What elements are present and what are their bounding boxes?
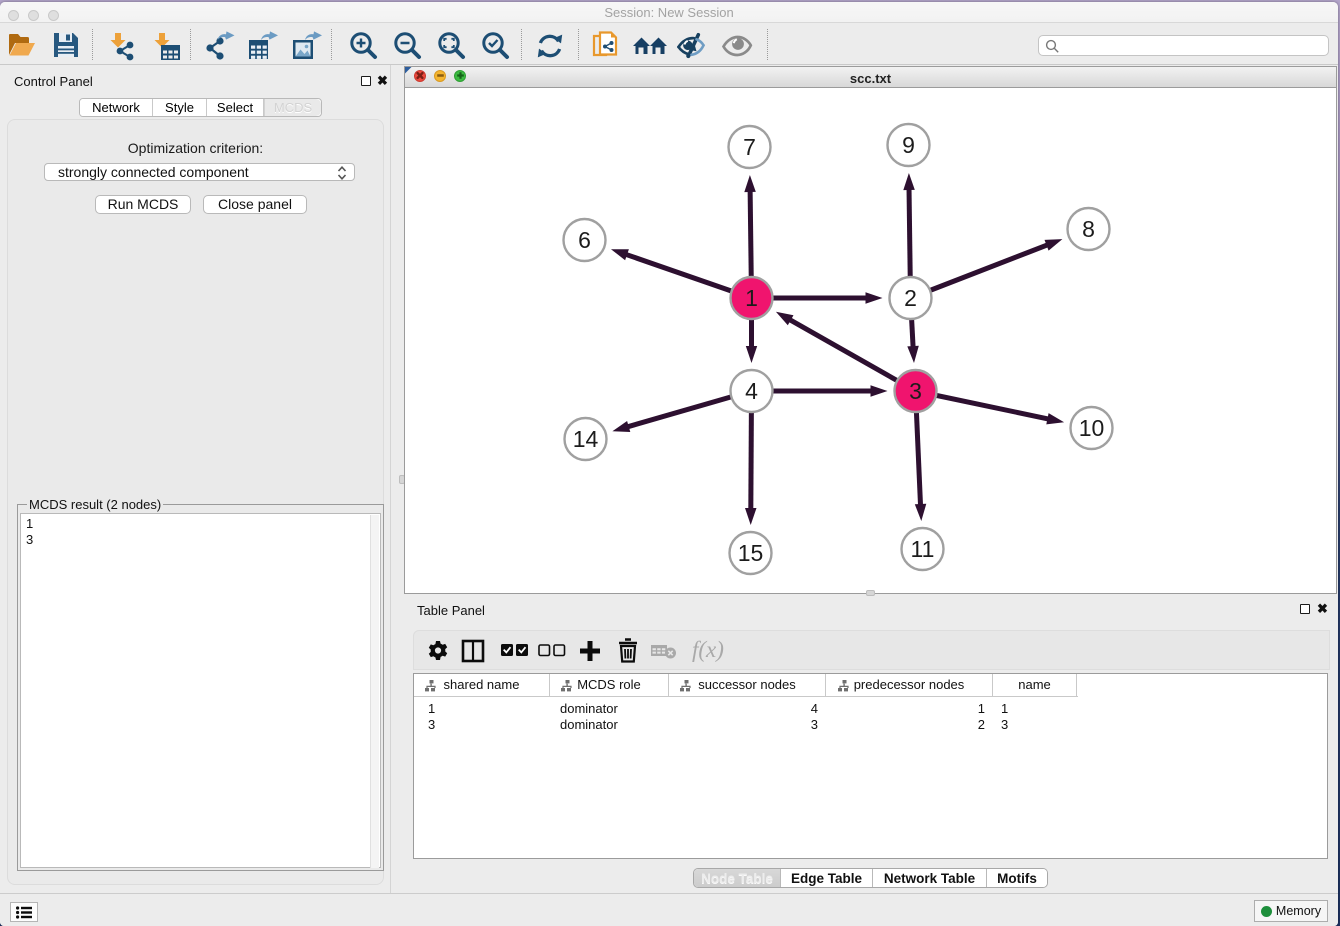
- svg-text:10: 10: [1079, 415, 1105, 441]
- svg-text:3: 3: [909, 378, 922, 404]
- svg-text:9: 9: [902, 132, 915, 158]
- svg-text:6: 6: [578, 227, 591, 253]
- svg-text:7: 7: [743, 134, 756, 160]
- svg-text:1: 1: [745, 285, 758, 311]
- svg-text:15: 15: [738, 540, 764, 566]
- svg-text:11: 11: [911, 536, 935, 562]
- svg-text:2: 2: [904, 285, 917, 311]
- svg-text:4: 4: [745, 378, 758, 404]
- svg-text:8: 8: [1082, 216, 1095, 242]
- svg-text:14: 14: [573, 426, 599, 452]
